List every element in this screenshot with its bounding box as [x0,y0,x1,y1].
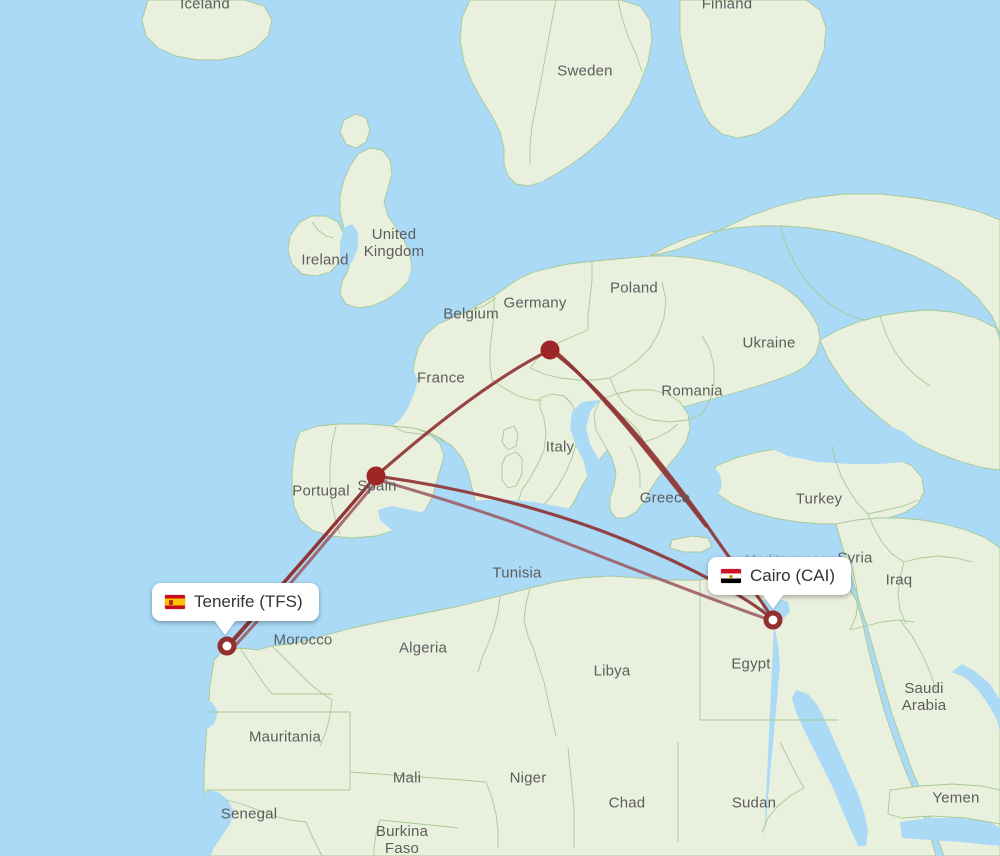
madrid-waypoint-marker[interactable] [366,466,386,486]
tenerife-airport-marker[interactable] [217,636,237,656]
flight-route-map[interactable]: .land { fill: #eaf0de; stroke: #a8c894; … [0,0,1000,856]
callout-pointer-cairo [762,594,784,609]
cairo-airport-label: Cairo (CAI) [750,566,836,585]
egypt-flag-icon [721,569,741,583]
cairo-airport-marker[interactable] [763,610,783,630]
map-canvas: .land { fill: #eaf0de; stroke: #a8c894; … [0,0,1000,856]
cairo-airport-callout[interactable]: Cairo (CAI) [708,557,852,609]
tenerife-airport-callout[interactable]: Tenerife (TFS) [152,583,319,635]
munich-waypoint-marker[interactable] [540,340,560,360]
spain-flag-icon [165,595,185,609]
callout-pointer-tenerife [214,620,236,635]
tenerife-airport-label: Tenerife (TFS) [194,592,303,611]
